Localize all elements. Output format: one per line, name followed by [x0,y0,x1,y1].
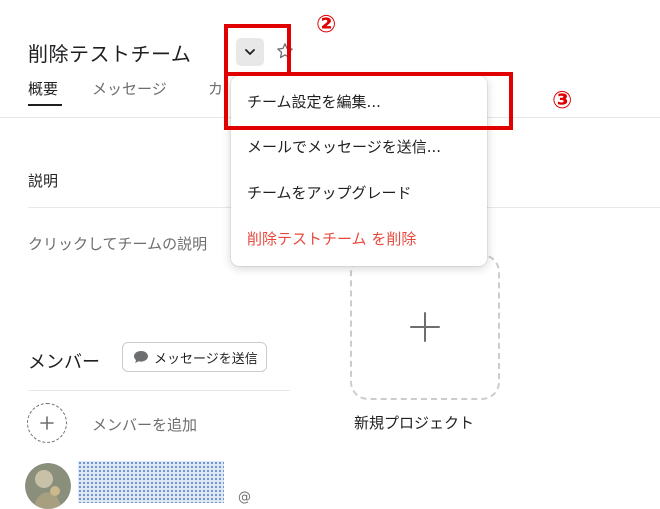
description-placeholder[interactable]: クリックしてチームの説明 [28,233,207,254]
annotation-number-3: ③ [552,86,573,114]
send-message-label: メッセージを送信 [154,351,258,367]
members-divider [28,390,290,391]
members-heading: メンバー [28,352,100,373]
annotation-box-edit-settings [224,72,513,130]
tab-overview[interactable]: 概要 [28,78,58,99]
active-tab-indicator [28,104,62,106]
menu-item-email-message[interactable]: メールでメッセージを送信... [247,136,441,157]
tab-messages[interactable]: メッセージ [92,78,167,99]
member-extra-glyph: @ [238,490,251,505]
tab-calendar[interactable]: カ [208,78,223,99]
description-heading: 説明 [28,172,59,190]
member-name-redacted [78,461,224,503]
menu-item-delete-team[interactable]: 削除テストチーム を削除 [247,228,416,249]
send-message-button[interactable]: メッセージを送信 [122,342,267,372]
message-bubble-icon [133,350,149,364]
new-project-card[interactable] [350,254,500,400]
plus-icon [409,311,441,343]
annotation-number-2: ② [316,10,337,38]
avatar[interactable] [25,463,71,509]
add-member-label[interactable]: メンバーを追加 [92,414,197,435]
menu-item-upgrade-team[interactable]: チームをアップグレード [247,182,412,203]
plus-icon [40,416,54,430]
team-title[interactable]: 削除テストチーム [28,38,191,67]
annotation-box-dropdown [224,24,291,76]
add-member-button[interactable] [27,403,67,443]
new-project-label[interactable]: 新規プロジェクト [354,412,474,433]
